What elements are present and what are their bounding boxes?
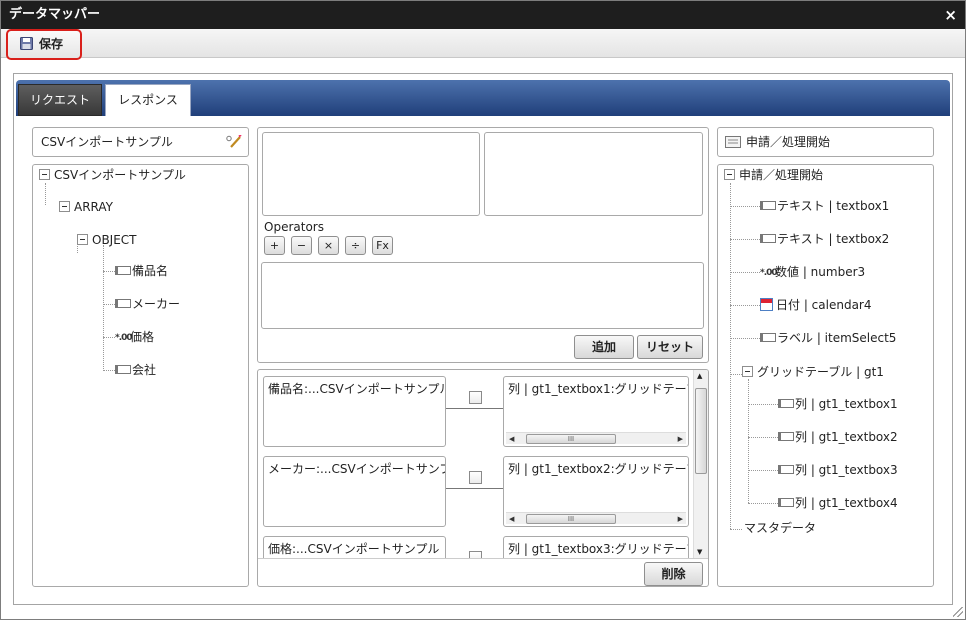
- scroll-down-icon[interactable]: ▼: [697, 548, 702, 556]
- tree-node-calendar4[interactable]: 日付 | calendar4: [760, 297, 872, 313]
- mapping-list: 備品名:...CSVインポートサンプル 列 | gt1_textbox1:グリッ…: [258, 370, 695, 558]
- source-title-box: CSVインポートサンプル: [32, 127, 249, 157]
- data-mapper-dialog: データマッパー × 保存 リクエスト レスポンス CSVインポートサンプル CS…: [0, 0, 966, 620]
- collapse-icon[interactable]: [724, 169, 735, 180]
- collapse-icon[interactable]: [59, 201, 70, 212]
- horizontal-scrollbar[interactable]: ◀ III ▶: [506, 432, 686, 444]
- text-field-icon: [778, 465, 794, 474]
- target-tree-panel: 申請／処理開始 テキスト | textbox1 テキスト | textbox2 …: [717, 164, 934, 587]
- text-field-icon: [778, 399, 794, 408]
- mapping-target-text: 列 | gt1_textbox2:グリッドテーブル |: [508, 462, 688, 476]
- text-field-icon: [760, 201, 776, 210]
- calendar-icon: [760, 298, 773, 311]
- target-title: 申請／処理開始: [746, 135, 831, 149]
- tree-node-master-data[interactable]: マスタデータ: [744, 520, 816, 536]
- text-field-icon: [760, 234, 776, 243]
- mapping-checkbox[interactable]: [469, 391, 482, 404]
- dialog-title-bar: データマッパー ×: [1, 1, 965, 29]
- operator-minus-button[interactable]: −: [291, 236, 312, 255]
- target-title-box: 申請／処理開始: [717, 127, 934, 157]
- text-field-icon: [115, 299, 131, 308]
- tab-request[interactable]: リクエスト: [18, 84, 102, 116]
- scroll-up-icon[interactable]: ▲: [697, 372, 702, 380]
- number-field-icon: *.00: [760, 268, 778, 278]
- tree-node-maker[interactable]: メーカー: [115, 296, 180, 312]
- operator-plus-button[interactable]: +: [264, 236, 285, 255]
- reset-button[interactable]: リセット: [637, 335, 703, 359]
- mapping-source-box[interactable]: 価格:...CSVインポートサンプル: [263, 536, 446, 558]
- tree-node-gt1-textbox4[interactable]: 列 | gt1_textbox4: [778, 495, 898, 511]
- edit-pencil-icon[interactable]: [226, 135, 242, 149]
- mapping-target-box[interactable]: 列 | gt1_textbox2:グリッドテーブル | ◀III▶: [503, 456, 689, 527]
- tree-node-object[interactable]: OBJECT: [77, 232, 137, 248]
- text-field-icon: [115, 266, 131, 275]
- target-expression-box[interactable]: [484, 132, 703, 216]
- source-expression-box[interactable]: [262, 132, 480, 216]
- tree-node-form-root[interactable]: 申請／処理開始: [724, 167, 823, 183]
- tree-node-itemselect5[interactable]: ラベル | itemSelect5: [760, 330, 896, 346]
- horizontal-scrollbar[interactable]: ◀ III ▶: [506, 512, 686, 524]
- tree-node-number3[interactable]: *.00数値 | number3: [760, 264, 865, 280]
- scroll-thumb[interactable]: III: [526, 434, 616, 444]
- delete-button[interactable]: 削除: [644, 562, 703, 586]
- mapping-source-box[interactable]: メーカー:...CSVインポートサンプル: [263, 456, 446, 527]
- floppy-disk-icon: [20, 37, 33, 50]
- text-field-icon: [115, 365, 131, 374]
- resize-grip-icon[interactable]: [953, 607, 963, 617]
- tree-node-textbox1[interactable]: テキスト | textbox1: [760, 198, 889, 214]
- tree-node-csv-root[interactable]: CSVインポートサンプル: [39, 167, 186, 183]
- mapping-checkbox[interactable]: [469, 471, 482, 484]
- toolbar: 保存: [1, 29, 965, 60]
- collapse-icon[interactable]: [742, 366, 753, 377]
- text-field-icon: [778, 432, 794, 441]
- mapping-target-text: 列 | gt1_textbox1:グリッドテーブル |: [508, 382, 688, 396]
- operators-label: Operators: [264, 220, 324, 234]
- dialog-title: データマッパー: [9, 7, 101, 22]
- text-field-icon: [778, 498, 794, 507]
- close-icon[interactable]: ×: [944, 1, 957, 29]
- source-tree-panel: CSVインポートサンプル ARRAY OBJECT 備品名 メーカー *.00価…: [32, 164, 249, 587]
- tree-node-grid-table[interactable]: グリッドテーブル | gt1: [742, 364, 884, 380]
- mapping-source-box[interactable]: 備品名:...CSVインポートサンプル: [263, 376, 446, 447]
- expression-input-area[interactable]: [261, 262, 704, 329]
- operator-divide-button[interactable]: ÷: [345, 236, 366, 255]
- operator-function-button[interactable]: Fx: [372, 236, 393, 255]
- scroll-thumb[interactable]: [695, 388, 707, 474]
- mapping-target-box[interactable]: 列 | gt1_textbox3:グリッドテーブル |: [503, 536, 689, 558]
- collapse-icon[interactable]: [39, 169, 50, 180]
- form-icon: [725, 136, 741, 148]
- text-field-icon: [760, 333, 776, 342]
- scroll-thumb[interactable]: III: [526, 514, 616, 524]
- tree-node-item-name[interactable]: 備品名: [115, 263, 168, 279]
- number-field-icon: *.00: [115, 333, 133, 343]
- collapse-icon[interactable]: [77, 234, 88, 245]
- mapping-panel: 備品名:...CSVインポートサンプル 列 | gt1_textbox1:グリッ…: [257, 369, 709, 587]
- tree-node-array[interactable]: ARRAY: [59, 199, 113, 215]
- tree-node-company[interactable]: 会社: [115, 362, 156, 378]
- operator-multiply-button[interactable]: ×: [318, 236, 339, 255]
- mapper-body: リクエスト レスポンス CSVインポートサンプル CSVインポートサンプル AR…: [13, 73, 953, 605]
- tree-node-textbox2[interactable]: テキスト | textbox2: [760, 231, 889, 247]
- tab-bar: リクエスト レスポンス: [16, 80, 950, 116]
- save-button-label: 保存: [39, 37, 64, 51]
- tree-node-gt1-textbox3[interactable]: 列 | gt1_textbox3: [778, 462, 898, 478]
- save-button[interactable]: 保存: [6, 29, 82, 60]
- tree-node-gt1-textbox1[interactable]: 列 | gt1_textbox1: [778, 396, 898, 412]
- mapping-checkbox[interactable]: [469, 551, 482, 558]
- tree-node-gt1-textbox2[interactable]: 列 | gt1_textbox2: [778, 429, 898, 445]
- source-title: CSVインポートサンプル: [41, 135, 173, 149]
- tree-node-price[interactable]: *.00価格: [115, 329, 154, 345]
- add-button[interactable]: 追加: [574, 335, 634, 359]
- tab-response[interactable]: レスポンス: [105, 84, 191, 116]
- vertical-scrollbar[interactable]: ▲ ▼: [693, 370, 708, 558]
- mapping-target-box[interactable]: 列 | gt1_textbox1:グリッドテーブル | ◀III▶: [503, 376, 689, 447]
